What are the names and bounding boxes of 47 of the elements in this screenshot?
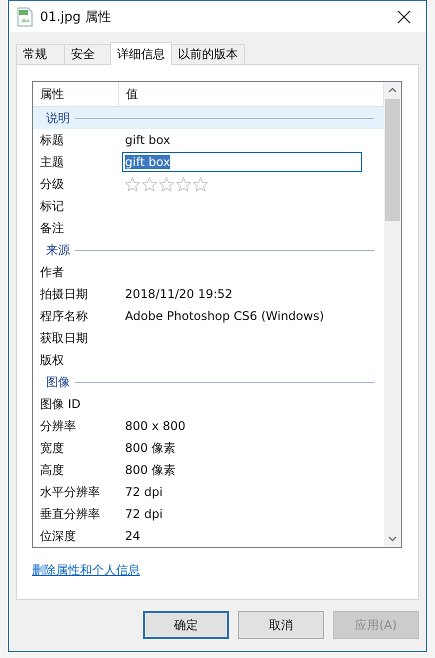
property-value: 24 [125,529,140,543]
section-header: 说明 [33,107,384,129]
property-name: 备注 [39,220,65,236]
property-name: 版权 [39,352,65,368]
property-name: 主题 [39,154,65,170]
star-icon[interactable] [142,176,157,192]
property-name: 宽度 [39,440,65,456]
star-icon[interactable] [176,176,191,192]
section-header: 来源 [33,239,384,261]
dialog-button[interactable]: 确定 [143,611,229,639]
star-icon[interactable] [125,176,140,192]
column-header[interactable]: 属性 [33,82,119,106]
star-icon[interactable] [193,176,208,192]
property-name: 程序名称 [39,308,89,324]
scrollbar[interactable] [384,82,401,547]
property-value: 2018/11/20 19:52 [125,287,233,301]
scrollbar-thumb[interactable] [385,99,400,221]
property-name: 位深度 [39,528,77,544]
tab[interactable]: 详细信息 [110,42,172,65]
property-value: 72 dpi [125,507,163,521]
tab[interactable]: 常规 [16,44,65,64]
property-value: Adobe Photoshop CS6 (Windows) [125,309,324,323]
property-name: 获取日期 [39,330,89,346]
property-value: 800 x 800 [125,419,186,433]
property-name: 水平分辨率 [39,484,101,500]
image-file-icon [17,6,33,26]
window-title: 01.jpg 属性 [40,8,112,26]
property-name: 作者 [39,264,65,280]
property-value: 800 像素 [125,440,176,456]
dialog-button[interactable]: 取消 [238,611,324,639]
property-value: 72 dpi [125,485,163,499]
property-name: 标记 [39,198,65,214]
section-header: 图像 [33,371,384,393]
property-name: 图像 ID [39,396,82,412]
close-icon [397,10,411,24]
property-name: 高度 [39,462,65,478]
tab[interactable]: 以前的版本 [171,44,245,64]
property-name: 分级 [39,176,65,192]
input-field[interactable]: gift box [122,152,362,172]
remove-properties-link[interactable]: 删除属性和个人信息 [32,562,140,579]
property-name: 分辨率 [39,418,77,434]
property-value: 800 像素 [125,462,176,478]
property-name: 标题 [39,132,65,148]
property-value: gift box [125,133,170,147]
property-name: 垂直分辨率 [39,506,101,522]
property-name: 拍摄日期 [39,286,89,302]
star-icon[interactable] [159,176,174,192]
